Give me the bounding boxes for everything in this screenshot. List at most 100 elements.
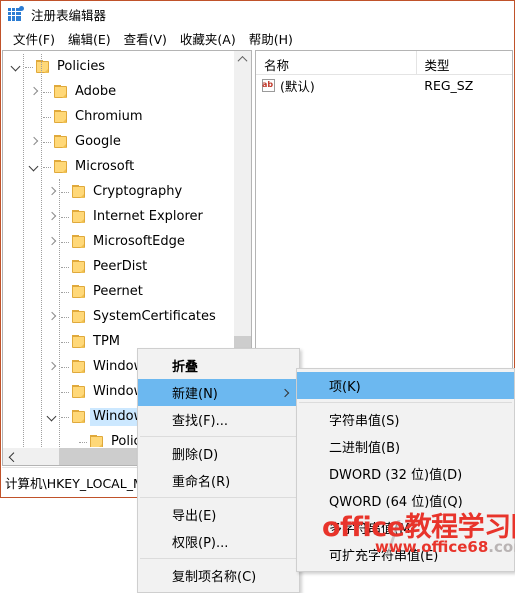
tree-item-chromium[interactable]: Chromium (3, 104, 234, 129)
tree-item-label: Policies (57, 58, 106, 74)
menu-separator (299, 402, 512, 403)
tree-item-policies[interactable]: Policies (3, 54, 234, 79)
context-menu-item-label: 导出(E) (172, 509, 217, 524)
tree-connector (61, 409, 71, 425)
new-submenu-item-label: 多字符串值(M) (329, 522, 416, 537)
tree-connector (61, 234, 71, 250)
tree-connector (79, 434, 89, 449)
tree-guide-line (59, 179, 60, 448)
folder-icon (53, 109, 69, 124)
tree-line-stub (63, 434, 79, 449)
context-menu-item-7[interactable]: 复制项名称(C) (138, 562, 299, 589)
context-menu-item-label: 折叠 (172, 360, 199, 375)
folder-icon (53, 84, 69, 99)
registry-editor-icon (8, 6, 24, 22)
title-bar: 注册表编辑器 (1, 1, 514, 27)
menu-view[interactable]: 查看(V) (118, 27, 174, 50)
tree-hscroll-thumb[interactable] (59, 448, 137, 465)
tree-item-cryptography[interactable]: Cryptography (3, 179, 234, 204)
context-menu-item-5[interactable]: 导出(E) (138, 501, 299, 528)
folder-icon (35, 59, 51, 74)
scroll-left-arrow-icon[interactable] (3, 448, 20, 465)
tree-connector (43, 134, 53, 150)
new-submenu-item-label: 二进制值(B) (329, 441, 401, 456)
tree-item-systemcertificates[interactable]: SystemCertificates (3, 304, 234, 329)
tree-item-label: Cryptography (93, 183, 183, 199)
menu-bar: 文件(F) 编辑(E) 查看(V) 收藏夹(A) 帮助(H) (1, 27, 514, 50)
submenu-arrow-icon (280, 388, 290, 397)
tree-connector (61, 334, 71, 350)
new-submenu: 项(K) 字符串值(S) 二进制值(B) DWORD (32 位)值(D) QWORD … (296, 368, 515, 572)
folder-icon (71, 184, 87, 199)
tree-item-label: PeerDist (93, 258, 148, 274)
tree-item-peerdist[interactable]: PeerDist (3, 254, 234, 279)
tree-item-google[interactable]: Google (3, 129, 234, 154)
column-header-type[interactable]: 类型 (417, 51, 512, 74)
window-title: 注册表编辑器 (31, 7, 107, 23)
new-submenu-item-4[interactable]: QWORD (64 位)值(Q) (297, 487, 514, 514)
menu-separator (140, 497, 297, 498)
folder-icon (53, 159, 69, 174)
folder-icon (71, 209, 87, 224)
context-menu-item-3[interactable]: 删除(D) (138, 440, 299, 467)
folder-icon (71, 409, 87, 424)
new-submenu-item-3[interactable]: DWORD (32 位)值(D) (297, 460, 514, 487)
new-submenu-item-1[interactable]: 字符串值(S) (297, 406, 514, 433)
folder-icon (71, 359, 87, 374)
folder-icon (71, 384, 87, 399)
tree-item-label: Google (75, 133, 121, 149)
column-header-name[interactable]: 名称 (256, 51, 417, 74)
value-row[interactable]: ab (默认) REG_SZ (256, 75, 512, 96)
folder-icon (71, 234, 87, 249)
tree-connector (25, 59, 35, 75)
tree-context-menu: 折叠新建(N) 查找(F)... 删除(D) 重命名(R) 导出(E) 权限(P)... 复… (137, 348, 300, 593)
tree-connector (61, 309, 71, 325)
tree-item-label: Chromium (75, 108, 143, 124)
tree-item-label: Peernet (93, 283, 143, 299)
context-menu-item-label: 新建(N) (172, 387, 218, 402)
context-menu-item-1[interactable]: 新建(N) (138, 379, 299, 406)
new-submenu-item-5[interactable]: 多字符串值(M) (297, 514, 514, 541)
tree-item-label: Internet Explorer (93, 208, 203, 224)
context-menu-item-4[interactable]: 重命名(R) (138, 467, 299, 494)
context-menu-item-6[interactable]: 权限(P)... (138, 528, 299, 555)
new-submenu-item-label: 项(K) (329, 380, 361, 395)
tree-connector (61, 284, 71, 300)
tree-connector (61, 209, 71, 225)
context-menu-item-0[interactable]: 折叠 (138, 352, 299, 379)
tree-guide-line (41, 54, 42, 448)
folder-icon (71, 309, 87, 324)
menu-edit[interactable]: 编辑(E) (62, 27, 118, 50)
tree-item-internet-explorer[interactable]: Internet Explorer (3, 204, 234, 229)
menu-favorites[interactable]: 收藏夹(A) (174, 27, 243, 50)
tree-item-adobe[interactable]: Adobe (3, 79, 234, 104)
ab-string-icon: ab (262, 78, 276, 93)
context-menu-item-2[interactable]: 查找(F)... (138, 406, 299, 433)
tree-item-microsoft[interactable]: Microsoft (3, 154, 234, 179)
new-submenu-item-6[interactable]: 可扩充字符串值(E) (297, 541, 514, 568)
context-menu-item-label: 删除(D) (172, 448, 219, 463)
tree-connector (61, 184, 71, 200)
context-menu-item-label: 查找(F)... (172, 414, 229, 429)
context-menu-item-label: 重命名(R) (172, 475, 231, 490)
value-name-cell: ab (默认) (256, 76, 416, 95)
new-submenu-item-label: 字符串值(S) (329, 414, 400, 429)
menu-file[interactable]: 文件(F) (7, 27, 62, 50)
menu-help[interactable]: 帮助(H) (243, 27, 300, 50)
tree-item-microsoftedge[interactable]: MicrosoftEdge (3, 229, 234, 254)
tree-item-label: TPM (93, 333, 120, 349)
value-list-header: 名称 类型 (256, 51, 512, 75)
tree-connector (61, 384, 71, 400)
new-submenu-item-label: 可扩充字符串值(E) (329, 549, 439, 564)
tree-item-label: MicrosoftEdge (93, 233, 185, 249)
new-submenu-item-2[interactable]: 二进制值(B) (297, 433, 514, 460)
scroll-up-arrow-icon[interactable] (234, 51, 251, 68)
context-menu-item-label: 复制项名称(C) (172, 570, 257, 585)
value-type-cell: REG_SZ (424, 78, 474, 93)
tree-guide-line (23, 54, 24, 448)
menu-separator (140, 436, 297, 437)
tree-item-peernet[interactable]: Peernet (3, 279, 234, 304)
new-submenu-item-0[interactable]: 项(K) (297, 372, 514, 399)
tree-connector (61, 359, 71, 375)
status-bar-path: 计算机\HKEY_LOCAL_M (5, 475, 144, 491)
